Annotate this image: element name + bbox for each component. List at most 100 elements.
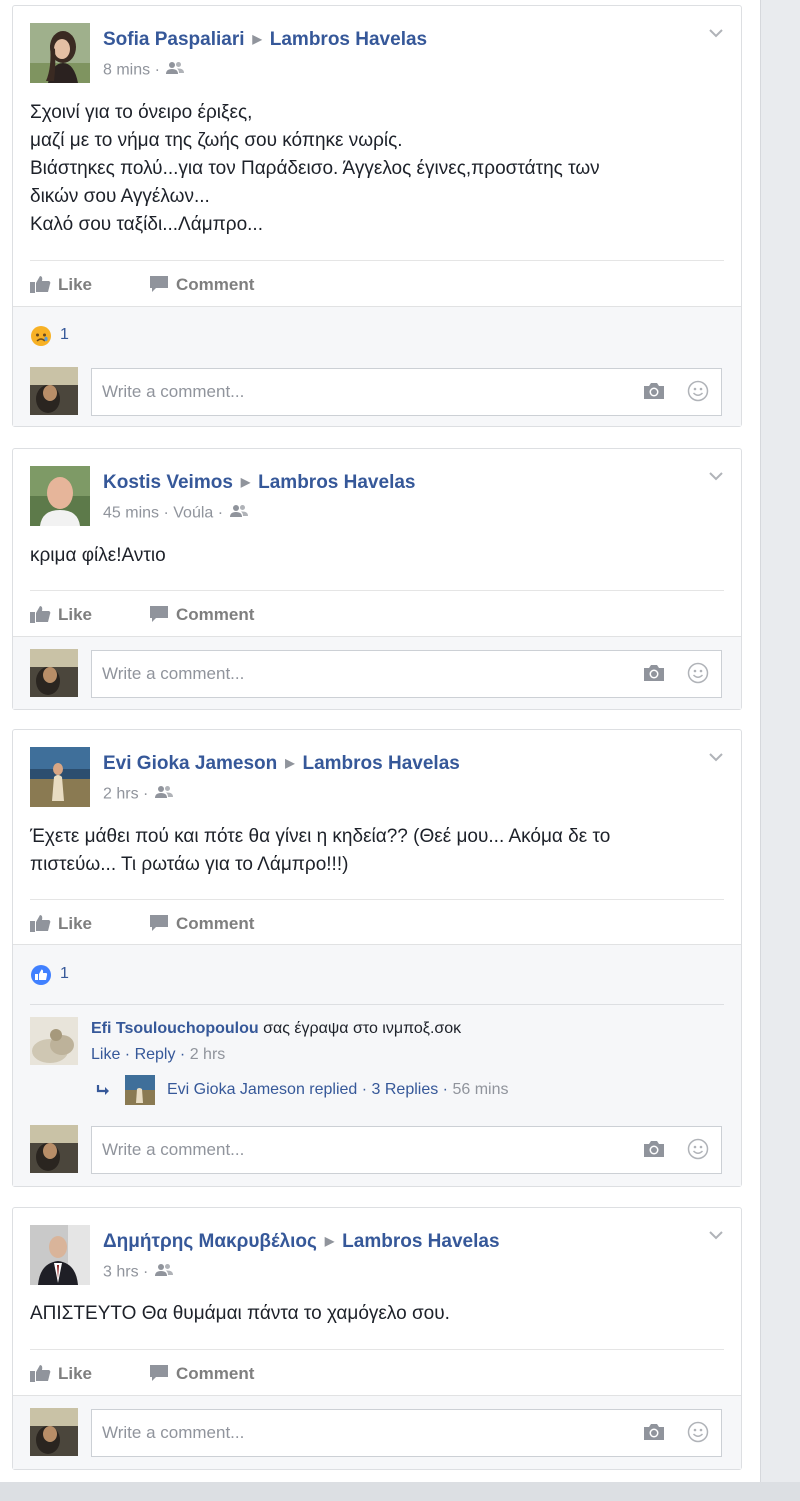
timestamp[interactable]: 2 hrs <box>103 786 139 803</box>
smiley-icon[interactable] <box>687 662 709 689</box>
author-name[interactable]: Sofia Paspaliari <box>103 29 245 50</box>
friends-audience-icon[interactable] <box>154 1263 173 1282</box>
comment-reply-link[interactable]: Reply <box>135 1046 176 1063</box>
post-text-line: Καλό σου ταξίδι...Λάμπρο... <box>30 214 263 235</box>
post-actions: Like Comment <box>30 260 724 305</box>
comment-input[interactable] <box>100 369 544 415</box>
commenter-name[interactable]: Efi Tsoulouchopoulou <box>91 1020 259 1037</box>
post-card: Sofia Paspaliari ▶ Lambros Havelas 8 mins … <box>12 5 742 427</box>
like-button[interactable]: Like <box>30 275 92 295</box>
replier-name[interactable]: Evi Gioka Jameson replied <box>167 1081 357 1098</box>
comment-composer[interactable] <box>91 1409 722 1457</box>
thumbs-up-icon <box>30 1365 51 1382</box>
comment-input[interactable] <box>100 1410 544 1456</box>
target-name[interactable]: Lambros Havelas <box>258 472 415 493</box>
viewer-avatar <box>30 1408 78 1456</box>
timestamp[interactable]: 45 mins <box>103 505 159 522</box>
post-card: Δημήτρης Μακρυβέλιος ▶ Lambros Havelas 3 h… <box>12 1207 742 1470</box>
post-text: κριμα φίλε!Αντιο <box>30 542 724 570</box>
comment-input[interactable] <box>100 651 544 697</box>
chevron-down-icon[interactable] <box>708 749 724 765</box>
camera-icon[interactable] <box>643 1140 665 1163</box>
comment-button[interactable]: Comment <box>148 605 254 625</box>
comment-composer[interactable] <box>91 368 722 416</box>
with-name[interactable]: Voúla <box>173 505 213 522</box>
camera-icon[interactable] <box>643 1423 665 1446</box>
target-name[interactable]: Lambros Havelas <box>302 753 459 774</box>
post-header: Δημήτρης Μακρυβέλιος ▶ Lambros Havelas 3 h… <box>30 1225 724 1285</box>
reaction-count[interactable]: 1 <box>60 965 69 983</box>
timestamp[interactable]: 8 mins <box>103 62 150 79</box>
author-name[interactable]: Evi Gioka Jameson <box>103 753 277 774</box>
right-gutter <box>760 0 800 1482</box>
triangle-right-icon: ▶ <box>324 1234 335 1248</box>
comment-text: σας έγραψα στο ινμποξ.σοκ <box>263 1020 462 1037</box>
bottom-bar <box>0 1482 800 1501</box>
thumbs-up-icon <box>30 915 51 932</box>
like-button[interactable]: Like <box>30 914 92 934</box>
comment-icon <box>150 915 168 931</box>
avatar[interactable] <box>30 1225 90 1285</box>
comment-input[interactable] <box>100 1127 544 1173</box>
chevron-down-icon[interactable] <box>708 468 724 484</box>
camera-icon[interactable] <box>643 382 665 405</box>
comment-icon <box>150 1365 168 1381</box>
triangle-right-icon: ▶ <box>240 475 251 489</box>
post-text-line: Σχοινί για το όνειρο έριξες, <box>30 102 253 123</box>
avatar[interactable] <box>30 747 90 807</box>
post-text: ΑΠΙΣΤΕΥΤΟ Θα θυμάμαι πάντα το χαμόγελο σ… <box>30 1300 724 1328</box>
thumbs-up-icon <box>30 606 51 623</box>
chevron-down-icon[interactable] <box>708 25 724 41</box>
comment-like-link[interactable]: Like <box>91 1046 120 1063</box>
post-text: Έχετε μάθει πού και πότε θα γίνει η κηδε… <box>30 823 724 879</box>
friends-audience-icon[interactable] <box>166 61 185 80</box>
triangle-right-icon: ▶ <box>252 32 262 46</box>
post-header: Sofia Paspaliari ▶ Lambros Havelas 8 mins … <box>30 23 724 83</box>
friends-audience-icon[interactable] <box>154 785 173 804</box>
comment-links: Like · Reply · 2 hrs <box>91 1046 226 1063</box>
replies-summary[interactable]: Evi Gioka Jameson replied · 3 Replies · … <box>95 1075 508 1105</box>
author-name[interactable]: Δημήτρης Μακρυβέλιος <box>103 1231 317 1252</box>
feedback-area: 1 Efi Tsoulouchopoulou σας έγραψα στο ιν… <box>13 944 741 1186</box>
author-name[interactable]: Kostis Veimos <box>103 472 233 493</box>
post-text-line: Βιάστηκες πολύ...για τον Παράδεισο. Άγγε… <box>30 158 600 179</box>
smiley-icon[interactable] <box>687 380 709 407</box>
comment-button[interactable]: Comment <box>148 1364 254 1384</box>
chevron-down-icon[interactable] <box>708 1227 724 1243</box>
smiley-icon[interactable] <box>687 1138 709 1165</box>
post-names: Δημήτρης Μακρυβέλιος ▶ Lambros Havelas <box>103 1231 500 1253</box>
comment-composer[interactable] <box>91 650 722 698</box>
comment-time[interactable]: 2 hrs <box>190 1046 226 1063</box>
post-text-line: μαζί με το νήμα της ζωής σου κόπηκε νωρί… <box>30 130 403 151</box>
comment-button[interactable]: Comment <box>148 914 254 934</box>
target-name[interactable]: Lambros Havelas <box>342 1231 499 1252</box>
smiley-icon[interactable] <box>687 1421 709 1448</box>
like-button[interactable]: Like <box>30 605 92 625</box>
reply-arrow-icon <box>96 1085 109 1095</box>
replies-time: 56 mins <box>452 1081 509 1099</box>
reaction-count[interactable]: 1 <box>60 326 69 344</box>
post-names: Sofia Paspaliari ▶ Lambros Havelas <box>103 29 427 51</box>
viewer-avatar <box>30 367 78 415</box>
avatar[interactable] <box>30 23 90 83</box>
viewer-avatar <box>30 649 78 697</box>
camera-icon[interactable] <box>643 664 665 687</box>
post-meta: 8 mins · <box>103 61 185 80</box>
replies-count[interactable]: 3 Replies <box>372 1081 439 1098</box>
target-name[interactable]: Lambros Havelas <box>270 29 427 50</box>
comment-button[interactable]: Comment <box>148 275 254 295</box>
replier-avatar <box>125 1075 155 1105</box>
like-button[interactable]: Like <box>30 1364 92 1384</box>
triangle-right-icon: ▶ <box>285 756 295 770</box>
post-meta: 3 hrs · <box>103 1263 173 1282</box>
post-text: Σχοινί για το όνειρο έριξες, μαζί με το … <box>30 99 724 239</box>
like-reaction-icon <box>31 965 51 985</box>
avatar[interactable] <box>30 466 90 526</box>
friends-audience-icon[interactable] <box>229 504 248 523</box>
commenter-avatar[interactable] <box>30 1017 78 1065</box>
post-meta: 45 mins · Voúla · <box>103 504 248 523</box>
comment-composer[interactable] <box>91 1126 722 1174</box>
post-card: Kostis Veimos ▶ Lambros Havelas 45 mins · … <box>12 448 742 710</box>
post-card: Evi Gioka Jameson ▶ Lambros Havelas 2 hrs … <box>12 729 742 1187</box>
timestamp[interactable]: 3 hrs <box>103 1264 139 1281</box>
